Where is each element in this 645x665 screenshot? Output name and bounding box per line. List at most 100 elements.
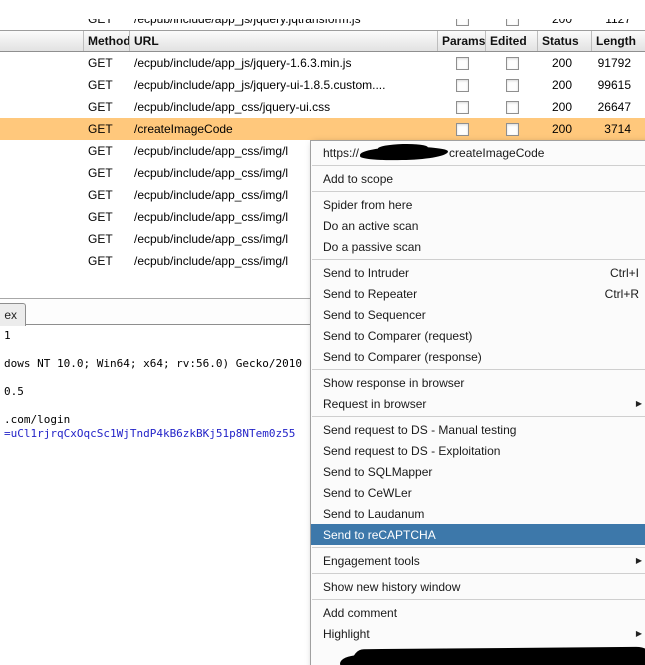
menu-item-label: Send to Repeater bbox=[323, 286, 418, 301]
menu-item-request-in-browser[interactable]: Request in browser ▶ bbox=[311, 393, 645, 414]
menu-item-do-passive-scan[interactable]: Do a passive scan bbox=[311, 236, 645, 257]
column-header-params[interactable]: Params bbox=[438, 31, 486, 51]
redaction-scribble bbox=[359, 145, 449, 161]
menu-item-label: Engagement tools bbox=[323, 553, 420, 568]
edited-checkbox[interactable] bbox=[505, 122, 519, 136]
menu-item-show-new-history-window[interactable]: Show new history window bbox=[311, 576, 645, 597]
request-url-suffix: createImageCode bbox=[449, 146, 545, 160]
cell-method: GET bbox=[88, 210, 113, 224]
params-checkbox[interactable] bbox=[455, 78, 469, 92]
menu-separator bbox=[312, 369, 645, 370]
table-row[interactable]: GET /ecpub/include/app_js/jquery-1.6.3.m… bbox=[0, 52, 645, 74]
menu-item-label: Send to SQLMapper bbox=[323, 464, 433, 479]
menu-item-send-request-ds-manual[interactable]: Send request to DS - Manual testing bbox=[311, 419, 645, 440]
menu-item-label: Send to Comparer (request) bbox=[323, 328, 473, 343]
menu-item-label: Add to scope bbox=[323, 171, 394, 186]
edited-checkbox[interactable] bbox=[505, 100, 519, 114]
menu-item-send-to-sqlmapper[interactable]: Send to SQLMapper bbox=[311, 461, 645, 482]
cell-url: /ecpub/include/app_js/jquery-1.6.3.min.j… bbox=[134, 56, 352, 70]
cell-status: 200 bbox=[552, 100, 573, 114]
menu-separator bbox=[312, 547, 645, 548]
menu-item-add-to-scope[interactable]: Add to scope bbox=[311, 168, 645, 189]
column-header-status[interactable]: Status bbox=[538, 31, 592, 51]
menu-item-label: Send to reCAPTCHA bbox=[323, 527, 436, 542]
column-header-length[interactable]: Length bbox=[592, 31, 645, 51]
menu-item-label: Highlight bbox=[323, 626, 370, 641]
table-row-selected[interactable]: GET /createImageCode 200 3714 bbox=[0, 118, 645, 140]
cell-length: 99615 bbox=[597, 78, 631, 92]
menu-item-label: Send request to DS - Exploitation bbox=[323, 443, 501, 458]
cell-method: GET bbox=[88, 232, 113, 246]
table-row[interactable]: GET /ecpub/include/app_js/jquery.jqtrans… bbox=[0, 19, 645, 30]
menu-item-label: Show new history window bbox=[323, 579, 461, 594]
partial-top-row-clip: GET /ecpub/include/app_js/jquery.jqtrans… bbox=[0, 19, 645, 30]
cell-url: /ecpub/include/app_js/jquery-ui-1.8.5.cu… bbox=[134, 78, 386, 92]
menu-separator bbox=[312, 573, 645, 574]
menu-item-label: Add comment bbox=[323, 605, 398, 620]
cell-method: GET bbox=[88, 188, 113, 202]
menu-item-request-url[interactable]: https:// createImageCode bbox=[311, 143, 645, 163]
cell-length: 91792 bbox=[597, 56, 631, 70]
menu-item-label: Spider from here bbox=[323, 197, 413, 212]
cell-url: /ecpub/include/app_css/jquery-ui.css bbox=[134, 100, 331, 114]
menu-item-send-request-ds-exploitation[interactable]: Send request to DS - Exploitation bbox=[311, 440, 645, 461]
column-header-method[interactable]: Method bbox=[84, 31, 130, 51]
params-checkbox[interactable] bbox=[455, 56, 469, 70]
edited-checkbox[interactable] bbox=[505, 56, 519, 70]
menu-item-shortcut: Ctrl+I bbox=[609, 265, 639, 280]
menu-item-send-to-comparer-response[interactable]: Send to Comparer (response) bbox=[311, 346, 645, 367]
params-checkbox[interactable] bbox=[455, 100, 469, 114]
menu-item-send-to-laudanum[interactable]: Send to Laudanum bbox=[311, 503, 645, 524]
column-header-url[interactable]: URL bbox=[130, 31, 438, 51]
menu-item-label: Do an active scan bbox=[323, 218, 419, 233]
menu-item-send-to-comparer-request[interactable]: Send to Comparer (request) bbox=[311, 325, 645, 346]
params-checkbox[interactable] bbox=[455, 19, 469, 26]
menu-item-send-to-recaptcha[interactable]: Send to reCAPTCHA bbox=[311, 524, 645, 545]
menu-item-show-response-in-browser[interactable]: Show response in browser bbox=[311, 372, 645, 393]
column-header-edited[interactable]: Edited bbox=[486, 31, 538, 51]
cell-status: 200 bbox=[552, 19, 573, 26]
menu-separator bbox=[312, 416, 645, 417]
cell-method: GET bbox=[88, 19, 113, 26]
menu-item-spider-from-here[interactable]: Spider from here bbox=[311, 194, 645, 215]
cell-method: GET bbox=[88, 100, 113, 114]
menu-item-highlight[interactable]: Highlight ▶ bbox=[311, 623, 645, 644]
menu-separator bbox=[312, 599, 645, 600]
tab-hex[interactable]: ex bbox=[0, 303, 26, 326]
submenu-arrow-icon: ▶ bbox=[635, 556, 642, 565]
menu-item-label: Send to CeWLer bbox=[323, 485, 412, 500]
menu-item-send-to-sequencer[interactable]: Send to Sequencer bbox=[311, 304, 645, 325]
cell-url: /createImageCode bbox=[134, 122, 233, 136]
menu-item-send-to-repeater[interactable]: Send to Repeater Ctrl+R bbox=[311, 283, 645, 304]
menu-item-label: Send to Laudanum bbox=[323, 506, 425, 521]
redaction-scribble bbox=[351, 646, 645, 665]
table-row[interactable]: GET /ecpub/include/app_css/jquery-ui.css… bbox=[0, 96, 645, 118]
cell-length: 26647 bbox=[597, 100, 631, 114]
cell-method: GET bbox=[88, 144, 113, 158]
menu-item-send-to-intruder[interactable]: Send to Intruder Ctrl+I bbox=[311, 262, 645, 283]
context-menu: https:// createImageCode Add to scope Spi… bbox=[310, 140, 645, 665]
params-checkbox[interactable] bbox=[455, 122, 469, 136]
edited-checkbox[interactable] bbox=[505, 19, 519, 26]
submenu-arrow-icon: ▶ bbox=[635, 399, 642, 408]
menu-item-label: Send request to DS - Manual testing bbox=[323, 422, 517, 437]
column-header-blank[interactable] bbox=[0, 31, 84, 51]
burp-http-history-screen: GET /ecpub/include/app_js/jquery.jqtrans… bbox=[0, 0, 645, 665]
menu-item-engagement-tools[interactable]: Engagement tools ▶ bbox=[311, 550, 645, 571]
menu-item-do-active-scan[interactable]: Do an active scan bbox=[311, 215, 645, 236]
cell-edited bbox=[486, 19, 538, 26]
menu-separator bbox=[312, 191, 645, 192]
cell-method: GET bbox=[88, 78, 113, 92]
cell-length: 1127 bbox=[605, 19, 631, 26]
cell-url: /ecpub/include/app_js/jquery.jqtransform… bbox=[134, 19, 361, 26]
request-url-prefix: https:// bbox=[323, 146, 360, 160]
menu-separator bbox=[312, 165, 645, 166]
edited-checkbox[interactable] bbox=[505, 78, 519, 92]
menu-item-label: Send to Intruder bbox=[323, 265, 410, 280]
cell-params bbox=[438, 19, 486, 26]
table-row[interactable]: GET /ecpub/include/app_js/jquery-ui-1.8.… bbox=[0, 74, 645, 96]
menu-item-label: Send to Sequencer bbox=[323, 307, 426, 322]
menu-item-label: Show response in browser bbox=[323, 375, 465, 390]
menu-item-send-to-cewler[interactable]: Send to CeWLer bbox=[311, 482, 645, 503]
menu-item-add-comment[interactable]: Add comment bbox=[311, 602, 645, 623]
